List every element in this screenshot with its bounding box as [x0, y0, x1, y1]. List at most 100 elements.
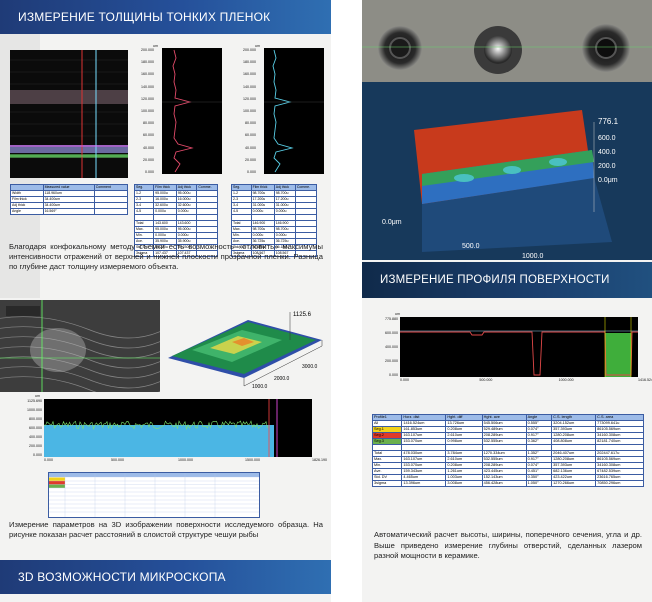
y-tick-label: 200.000: [29, 444, 42, 448]
table-cell: [93, 208, 129, 215]
ceramic-z-c-label: 400.0: [598, 149, 616, 156]
y-tick-label: 400.000: [385, 345, 398, 349]
ceramic-x-right-label: 1000.0: [522, 253, 544, 260]
table-cell: 70850.296um: [595, 480, 644, 487]
plot-1-trace: [162, 48, 222, 174]
table-row: 3sigma 13.396um 3.008um 456.428um 1.050° 1270…: [371, 480, 644, 487]
section-footer-3d: 3D ВОЗМОЖНОСТИ МИКРОСКОПА: [0, 560, 331, 594]
y-tick-label: 80.000: [245, 121, 256, 126]
table-cell: 3.008um: [445, 480, 483, 487]
y-tick-label: 120.000: [141, 96, 154, 101]
plot-2-trace: [264, 48, 324, 174]
thickness-plot-1: um 200.000 180.000 160.000 140.000 120.000 10…: [134, 44, 224, 178]
surface-fish-z-label: 1125.6: [293, 312, 312, 318]
y-tick-label: 1125.690: [27, 399, 42, 403]
ceramic-z-d-label: 200.0: [598, 163, 616, 170]
profile-fish-y-ticks: 1125.690 1000.000 800.000 600.000 400.000 200…: [8, 399, 42, 457]
ceramic-3d-surface: 776.1 600.0 400.0 200.0 0.0μm 0.0μm 500.…: [362, 82, 652, 260]
y-tick-label: 160.000: [141, 72, 154, 77]
thickness-table-1: Measured value Comment Width 118.960um Film …: [10, 184, 129, 215]
y-tick-label: 200.000: [385, 359, 398, 363]
y-tick-label: 400.000: [29, 435, 42, 439]
y-tick-label: 1000.000: [27, 408, 42, 412]
right-column: 776.1 600.0 400.0 200.0 0.0μm 0.0μm 500.…: [362, 0, 652, 602]
y-tick-label: 0.000: [33, 453, 42, 457]
footer-title: 3D ВОЗМОЖНОСТИ МИКРОСКОПА: [18, 570, 226, 584]
y-tick-label: 180.000: [243, 60, 256, 65]
ceramic-z-b-label: 600.0: [598, 135, 616, 142]
table-cell: 456.428um: [481, 480, 527, 487]
ceramic-x-left-label: 0.0μm: [382, 219, 402, 226]
profile-fish-x-ticks: 0.000 500.000 1000.000 1500.000 1826.190: [44, 458, 331, 465]
y-tick-label: 60.000: [143, 133, 154, 138]
profile-chart-fish: um 1125.690 1000.000 800.000 600.000 400.000…: [8, 394, 328, 466]
y-tick-label: 20.000: [245, 157, 256, 162]
surface-fish-x-label-c: 3000.0: [302, 364, 318, 370]
y-tick-label: 40.000: [143, 145, 154, 150]
y-tick-label: 0.000: [145, 170, 154, 174]
y-tick-label: 40.000: [245, 145, 256, 150]
y-tick-label: 200.000: [243, 48, 256, 52]
header-title: ИЗМЕРЕНИЕ ТОЛЩИНЫ ТОНКИХ ПЛЕНОК: [18, 10, 271, 24]
y-tick-label: 140.000: [243, 84, 256, 89]
profile-chart-ceramic: um 775.880 600.000 400.000 200.000 0.000 0.0…: [368, 312, 652, 392]
x-tick-label: 0.000: [44, 458, 53, 462]
y-tick-label: 80.000: [143, 121, 154, 126]
profile-ceramic-y-ticks: 775.880 600.000 400.000 200.000 0.000: [368, 317, 398, 377]
plot-1-y-ticks: 200.000 180.000 160.000 140.000 120.000 100.0…: [134, 48, 154, 174]
x-tick-label: 1826.190: [312, 458, 327, 462]
x-tick-label: 1000.000: [178, 458, 193, 462]
y-tick-label: 120.000: [243, 96, 256, 101]
table-cell: 1270.266um: [551, 480, 597, 487]
section-header-film-thickness: ИЗМЕРЕНИЕ ТОЛЩИНЫ ТОНКИХ ПЛЕНОК: [0, 0, 331, 34]
y-tick-label: 200.000: [141, 48, 154, 52]
profile-measure-table: Profile1 Horz. dist Hght. diff Hght. ave Ang…: [371, 414, 644, 487]
section-header-surface-profile: ИЗМЕРЕНИЕ ПРОФИЛЯ ПОВЕРХНОСТИ: [362, 262, 652, 298]
profile-fish-unit: um: [35, 394, 40, 398]
surface-fish-x-label-b: 2000.0: [274, 376, 290, 382]
thickness-plot-2: um 200.000 180.000 160.000 140.000 120.000 10…: [236, 44, 326, 178]
y-tick-label: 180.000: [141, 60, 154, 65]
y-tick-label: 0.000: [389, 373, 398, 377]
fish-scale-image: [0, 300, 181, 399]
y-tick-label: 20.000: [143, 157, 154, 162]
table-row: Angle 16.569°: [10, 208, 129, 215]
plot-2-y-ticks: 200.000 180.000 160.000 140.000 120.000 100.0…: [236, 48, 256, 174]
section-title: ИЗМЕРЕНИЕ ПРОФИЛЯ ПОВЕРХНОСТИ: [380, 274, 610, 286]
table-cell: 16.569°: [42, 208, 95, 215]
paragraph-film-thickness: Благодаря конфокальному методу съемки ес…: [9, 242, 323, 272]
fish-measure-table: [48, 472, 260, 518]
ceramic-holes-photo: [362, 0, 652, 82]
ceramic-z-zero-label: 0.0μm: [598, 177, 618, 184]
left-column: ИЗМЕРЕНИЕ ТОЛЩИНЫ ТОНКИХ ПЛЕНОК um 200.0…: [0, 0, 331, 602]
table-cell: 3sigma: [371, 480, 403, 487]
profile-fish-plot: [44, 399, 312, 457]
y-tick-label: 160.000: [243, 72, 256, 77]
x-tick-label: 0.000: [400, 378, 409, 382]
y-tick-label: 100.000: [141, 109, 154, 113]
film-crosssection-image: [10, 50, 128, 178]
y-tick-label: 140.000: [141, 84, 154, 89]
table-cell: Angle: [10, 208, 44, 215]
y-tick-label: 600.000: [29, 426, 42, 430]
paragraph-surface-profile: Автоматический расчет высоты, ширины, по…: [374, 530, 642, 561]
y-tick-label: 0.000: [247, 170, 256, 174]
x-tick-label: 500.000: [111, 458, 124, 462]
profile-ceramic-x-ticks: 0.000 500.000 1000.000 1416.524: [400, 378, 652, 385]
surface-3d-fish: 1125.6 1000.0 2000.0 3000.0: [162, 300, 331, 392]
ceramic-z-top-label: 776.1: [598, 117, 619, 126]
ceramic-x-mid-label: 500.0: [462, 243, 480, 250]
paragraph-3d-params: Измерение параметров на 3D изображении п…: [9, 520, 323, 540]
y-tick-label: 800.000: [29, 417, 42, 421]
x-tick-label: 500.000: [479, 378, 493, 382]
y-tick-label: 100.000: [243, 109, 256, 113]
y-tick-label: 600.000: [385, 331, 398, 335]
x-tick-label: 1416.524: [638, 378, 652, 382]
x-tick-label: 1000.000: [558, 378, 574, 382]
table-cell: 13.396um: [401, 480, 447, 487]
surface-fish-x-label-a: 1000.0: [252, 384, 268, 390]
y-tick-label: 775.880: [385, 317, 398, 321]
profile-ceramic-plot: [400, 317, 638, 377]
y-tick-label: 60.000: [245, 133, 256, 138]
profile-ceramic-unit: um: [395, 312, 400, 316]
